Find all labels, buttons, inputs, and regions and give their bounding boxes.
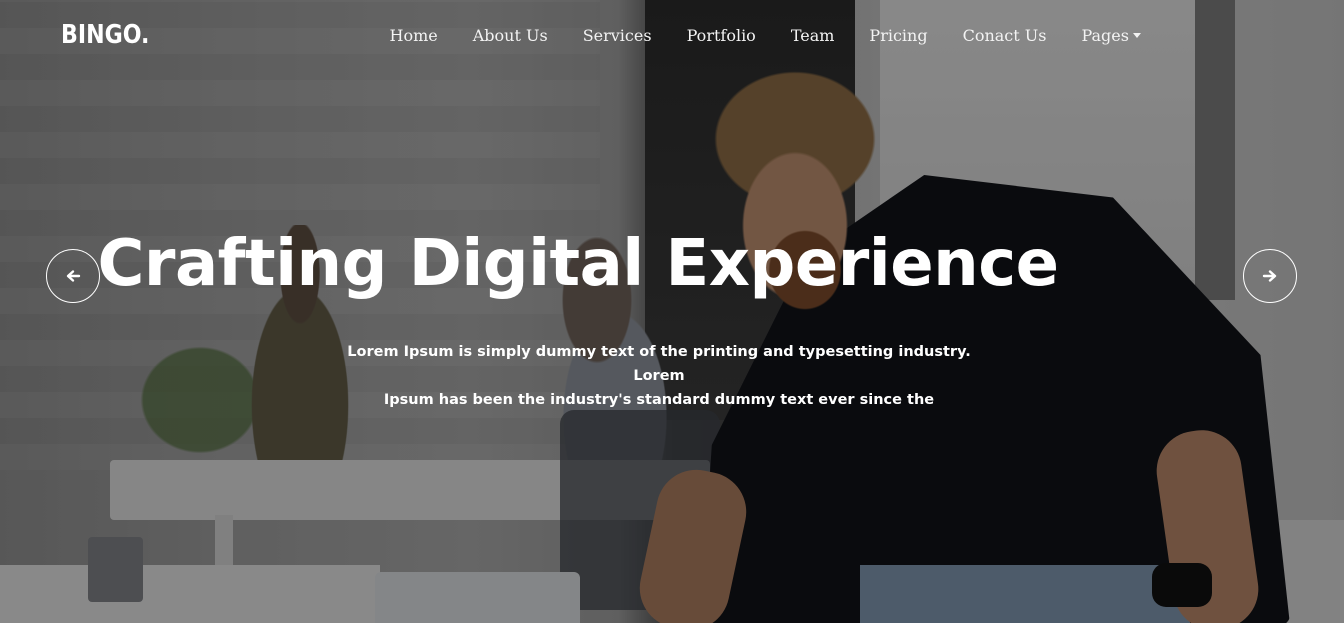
hero-subtext-line-1: Lorem Ipsum is simply dummy text of the … xyxy=(347,344,971,384)
site-logo[interactable]: BINGO. xyxy=(61,20,149,50)
hero-subtext-line-2: Ipsum has been the industry's standard d… xyxy=(383,392,935,408)
hero-slider: BINGO. Home About Us Services Portfolio … xyxy=(0,0,1344,623)
nav-item-services[interactable]: Services xyxy=(565,26,669,45)
hero-subtext: Lorem Ipsum is simply dummy text of the … xyxy=(330,340,988,412)
nav-item-about-us[interactable]: About Us xyxy=(455,26,565,45)
nav-item-contact-us[interactable]: Conact Us xyxy=(945,26,1064,45)
caret-down-icon xyxy=(1132,33,1141,38)
main-navbar: BINGO. Home About Us Services Portfolio … xyxy=(0,0,1344,75)
hero-headline: Crafting Digital Experience xyxy=(97,227,1059,301)
slider-next-button[interactable] xyxy=(1243,249,1297,303)
nav-item-team[interactable]: Team xyxy=(773,26,852,45)
nav-item-home[interactable]: Home xyxy=(372,26,455,45)
nav-item-pages[interactable]: Pages xyxy=(1064,26,1159,45)
nav-item-portfolio[interactable]: Portfolio xyxy=(669,26,773,45)
nav-item-pages-label: Pages xyxy=(1081,26,1129,45)
arrow-right-icon xyxy=(1262,270,1277,282)
nav-item-pricing[interactable]: Pricing xyxy=(852,26,945,45)
dark-overlay xyxy=(0,0,1344,623)
nav-menu: Home About Us Services Portfolio Team Pr… xyxy=(372,26,1158,45)
